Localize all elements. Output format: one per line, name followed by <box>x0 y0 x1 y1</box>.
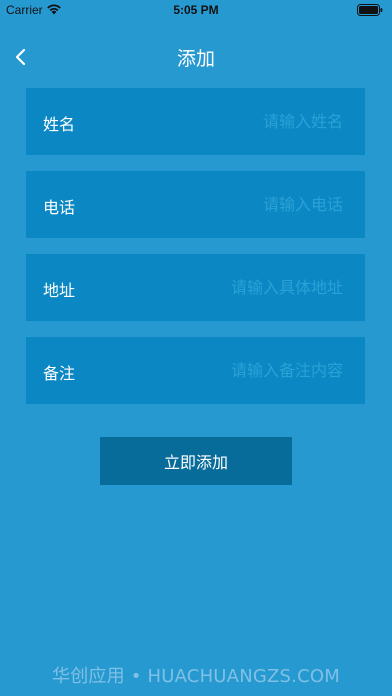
note-label: 备注 <box>43 364 76 383</box>
navigation-bar: 添加 <box>0 38 392 76</box>
name-input[interactable] <box>145 88 365 155</box>
page-title: 添加 <box>176 48 215 70</box>
address-field-row: 地址 <box>26 254 365 321</box>
add-now-button[interactable]: 立即添加 <box>100 437 292 485</box>
phone-field-row: 电话 <box>26 171 365 238</box>
battery-icon <box>357 4 383 16</box>
phone-input[interactable] <box>145 171 365 238</box>
name-label: 姓名 <box>43 115 76 134</box>
add-contact-form: 姓名 电话 地址 备注 <box>26 88 365 420</box>
status-bar: Carrier 5:05 PM <box>0 0 392 22</box>
name-field-row: 姓名 <box>26 88 365 155</box>
address-label: 地址 <box>43 281 76 300</box>
note-input[interactable] <box>145 337 365 404</box>
phone-label: 电话 <box>43 198 76 217</box>
clock: 5:05 PM <box>173 3 219 17</box>
address-input[interactable] <box>145 254 365 321</box>
note-field-row: 备注 <box>26 337 365 404</box>
watermark: 华创应用 • HUACHUANGZS.COM <box>52 666 340 687</box>
